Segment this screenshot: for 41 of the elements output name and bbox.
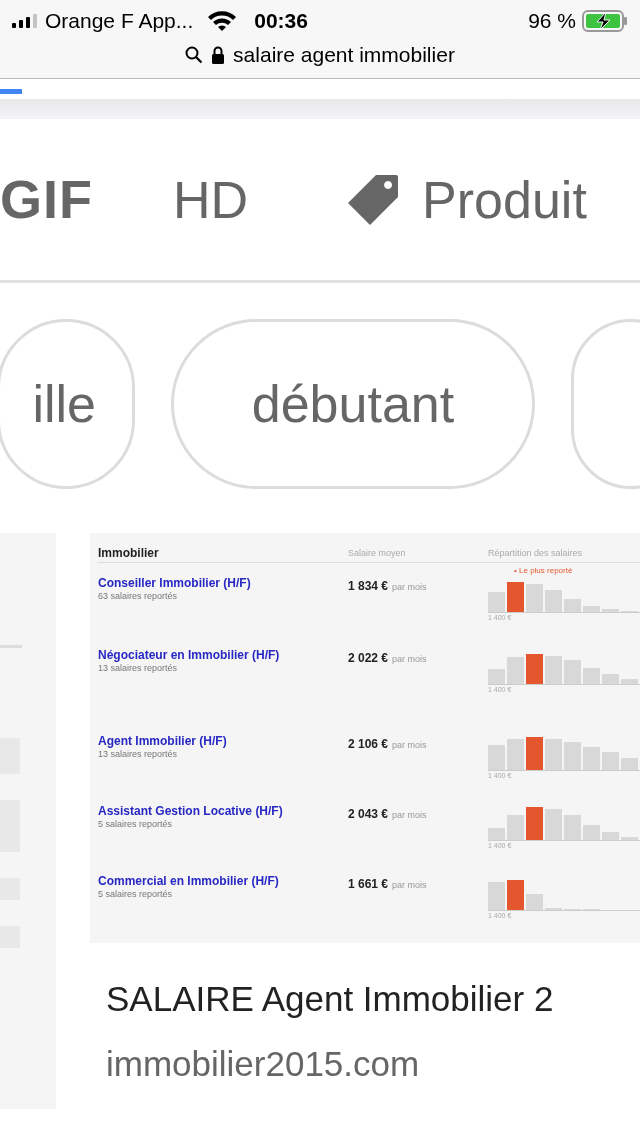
report-count: 5 salaires reportés: [98, 888, 174, 900]
salary-amount: 2 022 €: [348, 650, 389, 667]
wifi-icon: [207, 10, 238, 32]
filter-chip[interactable]: GIF: [0, 159, 93, 240]
histogram-note: • Le plus reporté: [514, 565, 573, 577]
job-link[interactable]: Assistant Gestion Locative (H/F): [98, 805, 308, 818]
suggestion-chip[interactable]: débutant: [171, 319, 535, 489]
result-title[interactable]: SALAIRE Agent Immobilier 2: [106, 973, 640, 1026]
report-count: 13 salaires reportés: [98, 662, 179, 674]
job-link[interactable]: Agent Immobilier (H/F): [98, 735, 308, 748]
report-count: 63 salaires reportés: [98, 590, 179, 602]
salary-amount: 1 834 €: [348, 578, 389, 595]
battery-percent: 96 %: [528, 8, 576, 35]
job-link[interactable]: Conseiller Immobilier (H/F): [98, 577, 308, 590]
address-text: salaire agent immobilier: [233, 42, 455, 69]
lock-icon: [211, 46, 226, 64]
search-icon: [185, 46, 204, 64]
signal-icon: [12, 14, 37, 28]
job-link[interactable]: Commercial en Immobilier (H/F): [98, 875, 308, 888]
battery-charging-icon: [582, 10, 628, 32]
report-count: 5 salaires reportés: [98, 818, 174, 830]
suggestion-chip[interactable]: ille: [0, 319, 135, 489]
salary-unit: par mois: [392, 879, 427, 892]
clock-time: 00:36: [254, 8, 308, 35]
carrier-name: Orange F App...: [45, 8, 194, 35]
salary-unit: par mois: [392, 809, 427, 822]
column-header: Répartition des salaires: [488, 546, 583, 560]
report-count: 13 salaires reportés: [98, 748, 179, 760]
salary-amount: 2 106 €: [348, 736, 389, 753]
salary-amount: 2 043 €: [348, 806, 389, 823]
salary-unit: par mois: [392, 653, 427, 666]
job-link[interactable]: Négociateur en Immobilier (H/F): [98, 649, 308, 662]
filter-chip[interactable]: Produit: [346, 160, 587, 239]
result-source: immobilier2015.com: [106, 1042, 421, 1085]
salary-amount: 1 661 €: [348, 876, 389, 893]
column-header: Salaire moyen: [348, 546, 407, 560]
table-heading: Immobilier: [98, 545, 160, 562]
filter-chip[interactable]: HD: [173, 160, 249, 239]
salary-unit: par mois: [392, 739, 427, 752]
salary-unit: par mois: [392, 581, 427, 594]
tag-icon: [346, 172, 401, 227]
